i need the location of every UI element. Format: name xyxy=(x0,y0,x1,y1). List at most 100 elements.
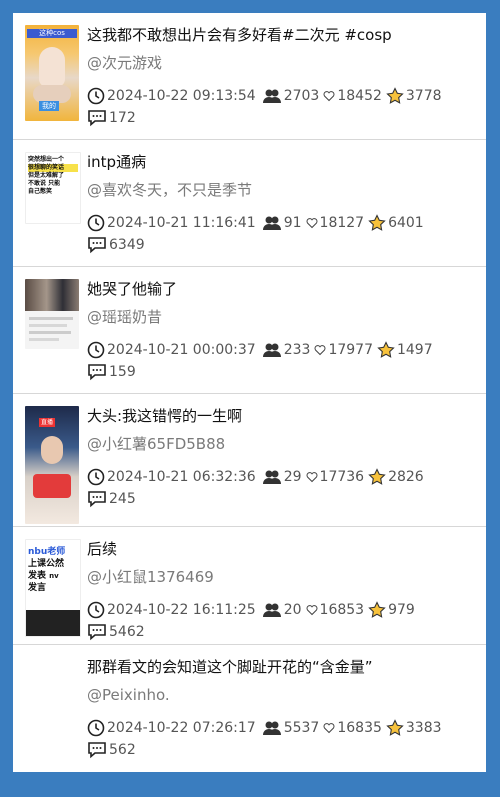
comments-count: 172 xyxy=(109,110,136,126)
stars-count: 1497 xyxy=(396,342,433,358)
author-name[interactable]: @瑶瑶奶昔 xyxy=(87,307,476,327)
list-item[interactable]: 这种cos 我的 这我都不敢想出片会有多好看#二次元 #cosp @次元游戏 2… xyxy=(13,13,486,140)
heart-icon xyxy=(306,217,318,229)
thumbnail-caption: nv xyxy=(49,572,59,580)
post-title[interactable]: 她哭了他输了 xyxy=(87,279,476,299)
heart-icon xyxy=(314,344,326,356)
thumbnail-caption: 很想聊的笑话 xyxy=(28,164,78,172)
list-item[interactable]: 她哭了他输了 @瑶瑶奶昔 2024-10-21 00:00:37 233 179… xyxy=(13,267,486,394)
post-meta: 2024-10-21 06:32:36 29 17736 2826 245 xyxy=(87,466,476,510)
post-datetime: 2024-10-22 09:13:54 xyxy=(107,88,256,104)
post-meta: 2024-10-22 07:26:17 5537 16835 3383 562 xyxy=(87,717,476,761)
stars-count: 2826 xyxy=(388,469,424,485)
post-title[interactable]: 这我都不敢想出片会有多好看#二次元 #cosp xyxy=(87,25,476,45)
thumbnail-caption: 直播 xyxy=(39,418,56,427)
post-title[interactable]: 那群看文的会知道这个脚趾开花的“含金量” xyxy=(87,657,476,677)
followers-count: 20 xyxy=(283,602,302,618)
thumbnail-image[interactable]: 这种cos 我的 xyxy=(25,25,79,121)
followers-count: 233 xyxy=(283,342,311,358)
likes-count: 16853 xyxy=(319,602,365,618)
heart-icon xyxy=(306,471,318,483)
likes-count: 17736 xyxy=(319,469,365,485)
comment-icon xyxy=(87,490,107,508)
heart-icon xyxy=(323,722,335,734)
users-icon xyxy=(262,215,282,231)
thumbnail-caption: 但是太难解了 xyxy=(28,172,65,179)
thumbnail-caption: 不敢说 只能 xyxy=(28,180,61,187)
thumbnail-image[interactable]: 直播 xyxy=(25,406,79,524)
likes-count: 18452 xyxy=(337,88,382,104)
stars-count: 3778 xyxy=(405,88,442,104)
comments-count: 245 xyxy=(109,491,136,507)
list-item[interactable]: 突然想出一个 很想聊的笑话 但是太难解了 不敢说 只能 自己憋笑 intp通病 … xyxy=(13,140,486,267)
followers-count: 5537 xyxy=(283,720,320,736)
video-list: 这种cos 我的 这我都不敢想出片会有多好看#二次元 #cosp @次元游戏 2… xyxy=(13,13,486,772)
heart-icon xyxy=(323,90,335,102)
comments-count: 562 xyxy=(109,742,136,758)
followers-count: 2703 xyxy=(283,88,320,104)
comments-count: 5462 xyxy=(109,624,145,640)
star-icon xyxy=(368,468,386,486)
author-name[interactable]: @小红鼠1376469 xyxy=(87,567,476,587)
thumbnail-caption: 自己憋笑 xyxy=(28,188,53,195)
users-icon xyxy=(262,602,282,618)
thumbnail-image[interactable]: nbu老师 上课公然 发表 nv 发言 xyxy=(25,539,81,637)
stars-count: 6401 xyxy=(388,215,424,231)
thumbnail-caption: 发言 xyxy=(28,583,47,593)
stars-count: 979 xyxy=(388,602,415,618)
comments-count: 159 xyxy=(109,364,136,380)
list-item[interactable]: 那群看文的会知道这个脚趾开花的“含金量” @Peixinho. 2024-10-… xyxy=(13,645,486,772)
post-meta: 2024-10-21 11:16:41 91 18127 6401 6349 xyxy=(87,212,476,256)
clock-icon xyxy=(87,719,105,737)
star-icon xyxy=(377,341,395,359)
users-icon xyxy=(262,720,282,736)
clock-icon xyxy=(87,468,105,486)
followers-count: 91 xyxy=(283,215,302,231)
likes-count: 16835 xyxy=(337,720,382,736)
clock-icon xyxy=(87,601,105,619)
post-datetime: 2024-10-22 16:11:25 xyxy=(107,602,256,618)
star-icon xyxy=(386,87,404,105)
post-datetime: 2024-10-21 06:32:36 xyxy=(107,469,256,485)
post-meta: 2024-10-22 09:13:54 2703 18452 3778 172 xyxy=(87,85,476,129)
comment-icon xyxy=(87,109,107,127)
users-icon xyxy=(262,342,282,358)
thumbnail-caption: 上课公然 xyxy=(28,559,65,569)
post-datetime: 2024-10-22 07:26:17 xyxy=(107,720,256,736)
post-datetime: 2024-10-21 00:00:37 xyxy=(107,342,256,358)
thumbnail-image[interactable] xyxy=(25,279,79,349)
list-item[interactable]: nbu老师 上课公然 发表 nv 发言 后续 @小红鼠1376469 2024-… xyxy=(13,527,486,645)
comment-icon xyxy=(87,236,107,254)
thumbnail-caption: 发表 xyxy=(28,571,47,581)
clock-icon xyxy=(87,341,105,359)
thumbnail-caption: 突然想出一个 xyxy=(28,156,65,163)
post-title[interactable]: 后续 xyxy=(87,539,476,559)
star-icon xyxy=(368,214,386,232)
thumbnail-caption: 这种cos xyxy=(27,29,77,38)
thumbnail-caption: 我的 xyxy=(39,101,59,111)
comment-icon xyxy=(87,623,107,641)
post-meta: 2024-10-22 16:11:25 20 16853 979 5462 xyxy=(87,599,476,643)
star-icon xyxy=(368,601,386,619)
list-item[interactable]: 直播 大头:我这错愕的一生啊 @小红薯65FD5B88 2024-10-21 0… xyxy=(13,394,486,527)
author-name[interactable]: @次元游戏 xyxy=(87,53,476,73)
followers-count: 29 xyxy=(283,469,302,485)
clock-icon xyxy=(87,214,105,232)
users-icon xyxy=(262,469,282,485)
post-meta: 2024-10-21 00:00:37 233 17977 1497 159 xyxy=(87,339,476,383)
author-name[interactable]: @喜欢冬天，不只是季节 xyxy=(87,180,476,200)
thumbnail-image[interactable]: 突然想出一个 很想聊的笑话 但是太难解了 不敢说 只能 自己憋笑 xyxy=(25,152,81,224)
star-icon xyxy=(386,719,404,737)
post-title[interactable]: 大头:我这错愕的一生啊 xyxy=(87,406,476,426)
comment-icon xyxy=(87,363,107,381)
comment-icon xyxy=(87,741,107,759)
comments-count: 6349 xyxy=(109,237,145,253)
heart-icon xyxy=(306,604,318,616)
author-name[interactable]: @小红薯65FD5B88 xyxy=(87,434,476,454)
likes-count: 18127 xyxy=(319,215,365,231)
clock-icon xyxy=(87,87,105,105)
author-name[interactable]: @Peixinho. xyxy=(87,685,476,705)
post-title[interactable]: intp通病 xyxy=(87,152,476,172)
stars-count: 3383 xyxy=(405,720,442,736)
post-datetime: 2024-10-21 11:16:41 xyxy=(107,215,256,231)
